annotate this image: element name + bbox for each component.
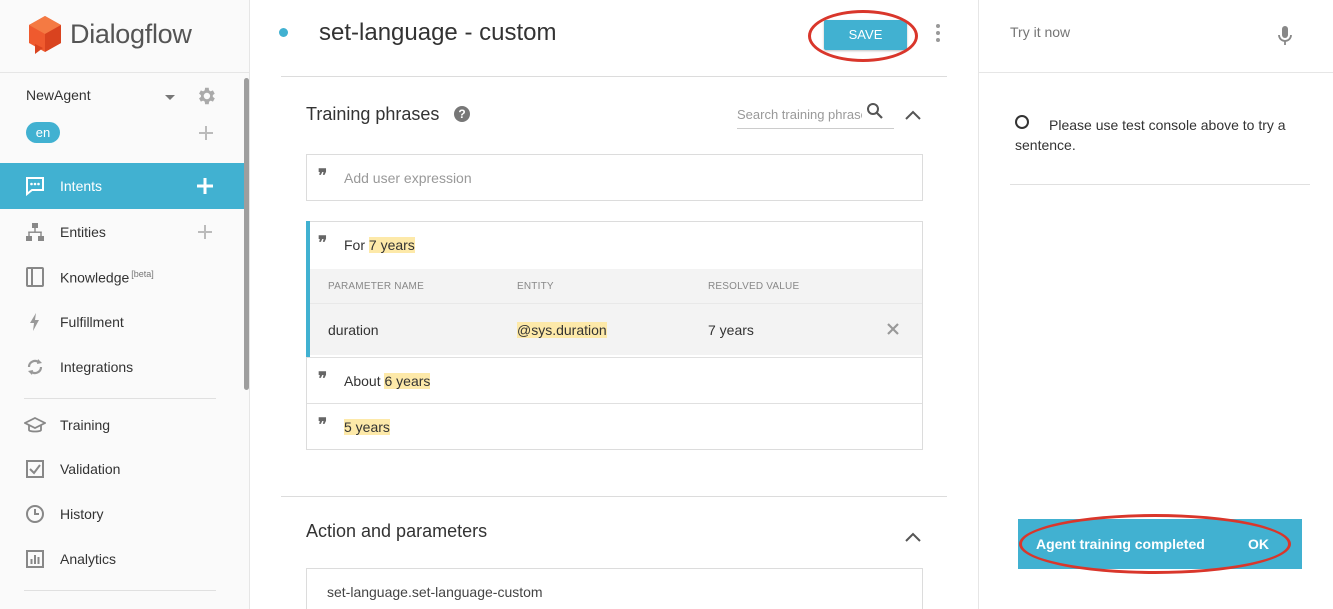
sidebar-item-label: Integrations bbox=[60, 359, 134, 375]
save-button[interactable]: SAVE bbox=[824, 20, 907, 50]
divider bbox=[1010, 184, 1310, 185]
microphone-icon[interactable] bbox=[1277, 25, 1293, 47]
entity-highlight[interactable]: 5 years bbox=[344, 419, 390, 435]
training-phrase-list: ❞ For 7 years PARAMETER NAME ENTITY RESO… bbox=[306, 221, 923, 450]
quote-icon: ❞ bbox=[318, 415, 328, 435]
divider bbox=[24, 590, 216, 591]
bar-chart-icon bbox=[26, 550, 44, 568]
sidebar-item-analytics[interactable]: Analytics bbox=[0, 536, 245, 582]
quote-icon: ❞ bbox=[318, 369, 328, 389]
training-toast: Agent training completed OK bbox=[1018, 519, 1302, 569]
close-icon[interactable] bbox=[886, 322, 900, 336]
hierarchy-icon bbox=[26, 223, 44, 241]
column-header: ENTITY bbox=[517, 281, 554, 292]
test-console-panel: Please use test console above to try a s… bbox=[978, 0, 1333, 609]
app-logo[interactable]: Dialogflow bbox=[26, 14, 192, 54]
quote-icon: ❞ bbox=[318, 166, 328, 186]
sidebar-item-label: Training bbox=[60, 417, 111, 433]
sidebar-item-label: Validation bbox=[60, 461, 121, 477]
sidebar-item-label: History bbox=[60, 506, 104, 522]
parameter-name[interactable]: duration bbox=[328, 322, 379, 338]
add-expression-field[interactable]: ❞ Add user expression bbox=[306, 154, 923, 201]
sidebar-item-intents[interactable]: Intents bbox=[0, 163, 245, 209]
sidebar-item-label: Analytics bbox=[60, 551, 117, 567]
sidebar: Dialogflow NewAgent en Intents Entities bbox=[0, 0, 250, 609]
help-icon[interactable]: ? bbox=[454, 106, 470, 122]
graduation-cap-icon bbox=[24, 416, 46, 433]
beta-badge: [beta] bbox=[131, 268, 154, 279]
sidebar-item-label: Knowledge [beta] bbox=[60, 268, 154, 286]
bolt-icon bbox=[30, 313, 39, 331]
sidebar-item-entities[interactable]: Entities bbox=[0, 209, 245, 255]
sync-icon bbox=[27, 359, 43, 375]
info-message: Please use test console above to try a s… bbox=[1015, 117, 1286, 153]
app-name: Dialogflow bbox=[70, 18, 192, 49]
action-name: set-language.set-language-custom bbox=[327, 584, 543, 600]
sidebar-item-training[interactable]: Training bbox=[0, 402, 245, 448]
parameter-resolved-value: 7 years bbox=[708, 322, 754, 338]
language-badge[interactable]: en bbox=[26, 122, 60, 143]
add-entity-icon[interactable] bbox=[196, 223, 214, 241]
sidebar-item-knowledge[interactable]: Knowledge [beta] bbox=[0, 254, 245, 300]
section-title: Action and parameters bbox=[306, 521, 488, 541]
sidebar-item-integrations[interactable]: Integrations bbox=[0, 344, 245, 390]
entity-highlight[interactable]: 6 years bbox=[384, 373, 431, 389]
quote-icon: ❞ bbox=[318, 233, 328, 253]
search-training-phrases bbox=[737, 100, 894, 129]
checkbox-icon bbox=[26, 460, 44, 478]
column-header: RESOLVED VALUE bbox=[708, 281, 800, 292]
try-it-now-input[interactable] bbox=[1010, 24, 1260, 40]
sidebar-item-label: Intents bbox=[60, 178, 103, 194]
section-title: Training phrases bbox=[306, 104, 440, 124]
agent-dropdown-icon[interactable] bbox=[165, 95, 175, 100]
divider bbox=[281, 496, 947, 497]
add-expression-placeholder: Add user expression bbox=[344, 170, 472, 186]
table-row: duration @sys.duration 7 years bbox=[310, 303, 922, 355]
collapse-chevron-icon[interactable] bbox=[904, 109, 922, 121]
toast-ok-button[interactable]: OK bbox=[1248, 536, 1269, 552]
phrase-text[interactable]: For 7 years bbox=[344, 237, 415, 253]
add-intent-icon[interactable] bbox=[196, 177, 214, 195]
search-input[interactable] bbox=[737, 104, 862, 124]
entity-highlight[interactable]: 7 years bbox=[368, 237, 415, 253]
sidebar-item-label: Entities bbox=[60, 224, 106, 240]
divider bbox=[281, 76, 947, 77]
toast-message: Agent training completed bbox=[1036, 536, 1205, 552]
divider bbox=[0, 72, 250, 73]
divider bbox=[24, 398, 216, 399]
try-it-now-bar bbox=[979, 0, 1333, 73]
sidebar-item-validation[interactable]: Validation bbox=[0, 446, 245, 492]
gear-icon[interactable] bbox=[195, 85, 217, 107]
parameter-entity[interactable]: @sys.duration bbox=[517, 322, 607, 338]
more-options-icon[interactable] bbox=[933, 24, 943, 44]
book-icon bbox=[26, 267, 44, 287]
phrase-text[interactable]: 5 years bbox=[344, 419, 390, 435]
phrase-text[interactable]: About 6 years bbox=[344, 373, 431, 389]
add-language-icon[interactable] bbox=[197, 124, 215, 142]
column-header: PARAMETER NAME bbox=[328, 281, 424, 292]
sidebar-item-label: Fulfillment bbox=[60, 314, 124, 330]
chat-bubble-icon bbox=[26, 177, 44, 197]
sidebar-item-fulfillment[interactable]: Fulfillment bbox=[0, 299, 245, 345]
intent-title[interactable]: set-language - custom bbox=[319, 19, 556, 47]
search-icon[interactable] bbox=[866, 102, 884, 120]
list-item[interactable]: ❞ About 6 years bbox=[307, 357, 922, 403]
status-dot bbox=[279, 28, 288, 37]
agent-name[interactable]: NewAgent bbox=[26, 87, 91, 103]
list-item[interactable]: ❞ 5 years bbox=[307, 403, 922, 449]
collapse-chevron-icon[interactable] bbox=[904, 531, 922, 543]
action-field[interactable]: set-language.set-language-custom bbox=[306, 568, 923, 609]
clock-icon bbox=[26, 505, 44, 523]
list-item[interactable]: ❞ For 7 years bbox=[307, 222, 922, 268]
sidebar-item-history[interactable]: History bbox=[0, 491, 245, 537]
parameter-table-header: PARAMETER NAME ENTITY RESOLVED VALUE bbox=[310, 269, 922, 303]
sidebar-scrollbar[interactable] bbox=[244, 78, 249, 390]
dialogflow-logo-icon bbox=[29, 16, 61, 54]
